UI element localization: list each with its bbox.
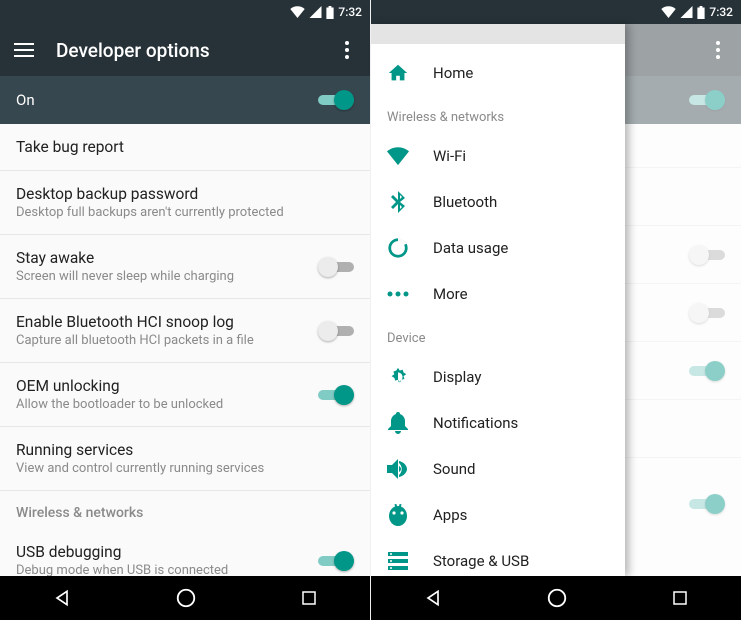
recents-icon[interactable] (671, 589, 689, 607)
master-switch-label: On (16, 91, 35, 109)
drawer-item-apps[interactable]: Apps (371, 492, 625, 538)
bell-icon (387, 412, 409, 434)
usb-debugging-switch[interactable] (318, 551, 354, 571)
recents-icon[interactable] (300, 589, 318, 607)
bluetooth-icon (387, 191, 409, 213)
battery-icon (697, 6, 705, 19)
signal-icon (309, 6, 322, 18)
item-running-services[interactable]: Running services View and control curren… (0, 427, 370, 491)
clock: 7:32 (709, 5, 733, 19)
master-switch-row[interactable]: On (0, 76, 370, 124)
phone-developer-options: 7:32 Developer options On Take bug repor… (0, 0, 370, 620)
drawer-section-device: Device (371, 317, 625, 354)
nav-bar (371, 576, 741, 620)
drawer-menu: Home Wireless & networks Wi-Fi Bluetooth (371, 44, 625, 576)
drawer-section-wireless: Wireless & networks (371, 96, 625, 133)
home-icon (387, 62, 409, 84)
wifi-icon (661, 6, 676, 18)
wifi-icon (387, 145, 409, 167)
drawer-item-data-usage[interactable]: Data usage (371, 225, 625, 271)
master-switch[interactable] (318, 90, 354, 110)
menu-icon[interactable] (14, 43, 34, 57)
drawer-item-bluetooth[interactable]: Bluetooth (371, 179, 625, 225)
display-icon (387, 366, 409, 388)
home-icon[interactable] (546, 587, 568, 609)
home-icon[interactable] (175, 587, 197, 609)
data-usage-icon (387, 237, 409, 259)
storage-icon (387, 550, 409, 572)
page-title: Developer options (56, 39, 316, 62)
sound-icon (387, 458, 409, 480)
item-usb-debugging[interactable]: USB debugging Debug mode when USB is con… (0, 529, 370, 576)
oem-unlock-switch[interactable] (318, 385, 354, 405)
master-switch-bg (689, 90, 725, 110)
section-wireless: Wireless & networks (0, 491, 370, 529)
overflow-icon (709, 41, 727, 59)
overflow-icon[interactable] (338, 41, 356, 59)
settings-list: Take bug report Desktop backup password … (0, 124, 370, 576)
item-bug-report[interactable]: Take bug report (0, 124, 370, 171)
drawer-item-notifications[interactable]: Notifications (371, 400, 625, 446)
item-stay-awake[interactable]: Stay awake Screen will never sleep while… (0, 235, 370, 299)
nav-drawer: Home Wireless & networks Wi-Fi Bluetooth (371, 24, 625, 576)
clock: 7:32 (338, 5, 362, 19)
item-bt-hci-log[interactable]: Enable Bluetooth HCI snoop log Capture a… (0, 299, 370, 363)
drawer-header-strip (371, 24, 625, 44)
apps-icon (387, 504, 409, 526)
drawer-item-display[interactable]: Display (371, 354, 625, 400)
nav-bar (0, 576, 370, 620)
more-icon (387, 283, 409, 305)
app-bar: Developer options (0, 24, 370, 76)
drawer-item-sound[interactable]: Sound (371, 446, 625, 492)
battery-icon (326, 6, 334, 19)
phone-settings-drawer: 7:32 Home W (371, 0, 741, 620)
signal-icon (680, 6, 693, 18)
drawer-item-more[interactable]: More (371, 271, 625, 317)
item-oem-unlock[interactable]: OEM unlocking Allow the bootloader to be… (0, 363, 370, 427)
wifi-icon (290, 6, 305, 18)
bt-hci-switch[interactable] (318, 321, 354, 341)
back-icon[interactable] (52, 588, 72, 608)
back-icon[interactable] (423, 588, 443, 608)
drawer-item-wifi[interactable]: Wi-Fi (371, 133, 625, 179)
status-bar: 7:32 (371, 0, 741, 24)
drawer-item-home[interactable]: Home (371, 50, 625, 96)
drawer-item-storage[interactable]: Storage & USB (371, 538, 625, 576)
stay-awake-switch[interactable] (318, 257, 354, 277)
status-bar: 7:32 (0, 0, 370, 24)
item-backup-password[interactable]: Desktop backup password Desktop full bac… (0, 171, 370, 235)
